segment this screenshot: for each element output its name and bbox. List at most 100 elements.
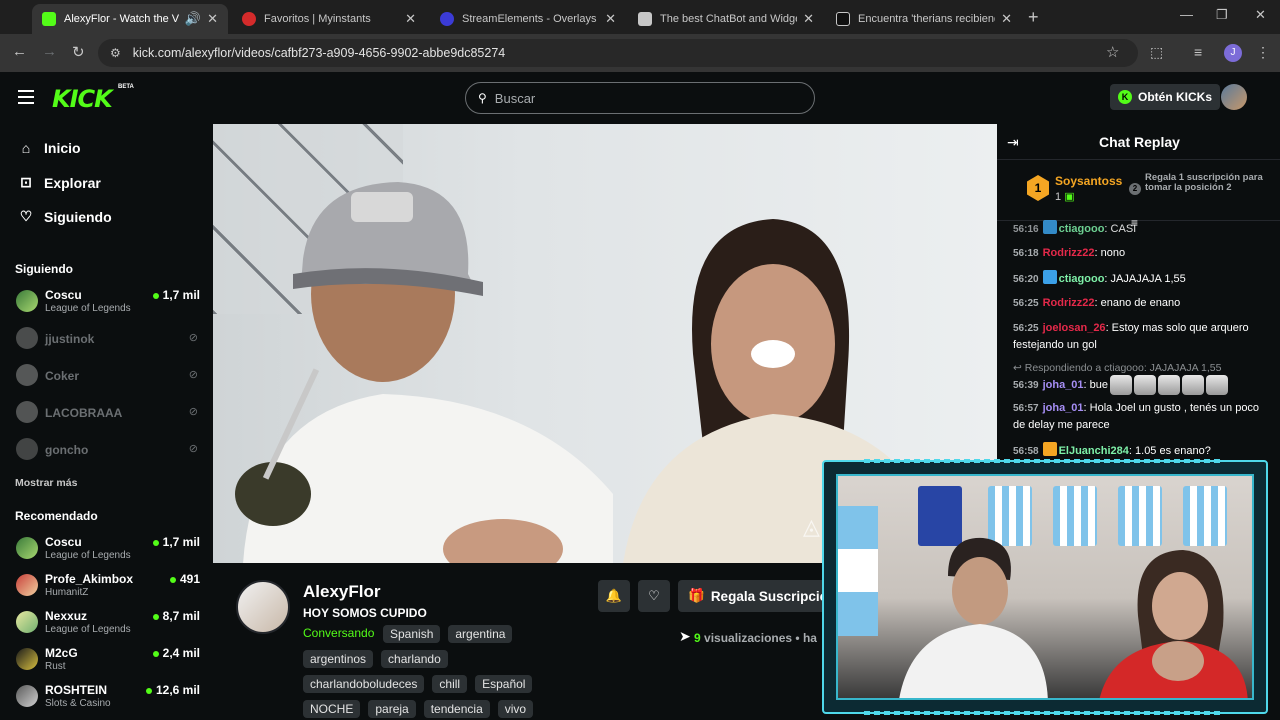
url-text: kick.com/alexyflor/videos/cafbf273-a909-… [132,46,506,60]
site-header: KICK BETA ⚲ Buscar K Obtén KICKs [0,72,1280,124]
bookmark-star-icon[interactable]: ☆ [1106,43,1119,61]
message-user[interactable]: Rodrizz22 [1043,297,1095,309]
hamburger-menu-icon[interactable] [18,90,34,104]
tag-chip[interactable]: NOCHE [303,700,361,718]
message-user[interactable]: ctiagooo [1059,273,1105,285]
extensions-icon[interactable]: ⬚ [1150,44,1163,61]
channel-game: League of Legends [45,550,131,561]
forward-icon[interactable]: → [42,43,57,60]
tag-row: NOCHE pareja tendencia vivo [303,700,534,718]
get-kicks-label: Obtén KICKs [1138,90,1213,104]
new-tab-icon[interactable]: + [1028,7,1039,28]
viewer-count: 2,4 mil [152,646,200,660]
media-control-icon[interactable]: ≡ [1194,44,1202,60]
kick-logo[interactable]: KICK [52,85,113,113]
stream-category[interactable]: Conversando [303,626,374,640]
recommended-channel[interactable]: Nexxuz League of Legends 8,7 mil [16,608,200,638]
live-dot-icon [152,613,159,620]
collapse-chat-icon[interactable]: ⇥ [1007,134,1019,151]
views-label: visualizaciones [704,631,793,645]
tag-chip[interactable]: tendencia [423,700,490,718]
browser-tab-kick[interactable]: AlexyFlor - Watch the VOD 🔊 ✕ [32,4,228,34]
chat-title: Chat Replay [1099,134,1180,150]
heart-icon: ♡ [19,208,33,224]
recommended-section-title: Recomendado [15,509,98,523]
minimize-icon[interactable]: — [1180,7,1193,22]
browser-tab-myinstants[interactable]: Favoritos | Myinstants ✕ [232,4,426,34]
message-user[interactable]: joha_01 [1043,379,1084,391]
close-tab-icon[interactable]: ✕ [1001,11,1012,27]
tag-row: Spanish argentina [383,625,513,643]
browser-menu-icon[interactable]: ⋮ [1256,44,1270,61]
speaker-icon[interactable]: 🔊 [185,11,201,27]
following-channel[interactable]: LACOBRAAA ⊘ [16,398,200,428]
nav-explore[interactable]: ⊡ Explorar [16,174,101,191]
back-icon[interactable]: ← [12,43,27,60]
site-info-icon[interactable]: ⚙ [110,46,121,60]
search-input[interactable]: ⚲ Buscar [465,82,815,114]
recommended-channel[interactable]: M2cG Rust 2,4 mil [16,645,200,675]
url-bar[interactable]: ⚙ kick.com/alexyflor/videos/cafbf273-a90… [98,39,1138,67]
recommended-channel[interactable]: Profe_Akimbox HumanitZ 491 [16,571,200,601]
tag-chip[interactable]: argentina [448,625,513,643]
nav-home[interactable]: ⌂ Inicio [16,140,81,156]
follow-heart-icon[interactable]: ♡ [638,580,670,612]
message-user[interactable]: Rodrizz22 [1043,247,1095,259]
gift-subscription-button[interactable]: 🎁 Regala Suscripcio [678,580,838,612]
show-more-link[interactable]: Mostrar más [15,477,77,489]
nav-following[interactable]: ♡ Siguiendo [16,208,112,225]
following-channel[interactable]: jjustinok ⊘ [16,324,200,354]
close-window-icon[interactable]: ✕ [1255,7,1266,23]
message-user[interactable]: ctiagooo [1059,223,1105,235]
close-tab-icon[interactable]: ✕ [803,11,814,27]
restore-icon[interactable]: ❐ [1216,7,1228,23]
user-avatar[interactable] [1221,84,1247,110]
facecam-person-left [899,537,1048,698]
get-kicks-button[interactable]: K Obtén KICKs [1110,84,1221,110]
close-tab-icon[interactable]: ✕ [605,11,616,27]
recommended-channel[interactable]: Coscu League of Legends 1,7 mil [16,534,200,564]
channel-avatar [16,364,38,386]
following-channel[interactable]: Coker ⊘ [16,361,200,391]
browser-profile-avatar[interactable]: J [1224,44,1242,62]
message-user[interactable]: ElJuanchi284 [1059,445,1129,457]
reply-text: Respondiendo a ctiagooo: JAJAJAJA 1,55 [1024,362,1222,374]
browser-tab-streamelements[interactable]: StreamElements - Overlays ✕ [430,4,626,34]
channel-game: HumanitZ [45,587,89,598]
tag-chip[interactable]: charlandoboludeces [303,675,425,693]
channel-avatar [16,327,38,349]
message-user[interactable]: joelosan_26 [1043,322,1106,334]
nav-following-label: Siguiendo [44,208,112,225]
channel-avatar-large[interactable] [236,580,290,634]
close-tab-icon[interactable]: ✕ [405,11,416,27]
gift-subscription-label: Regala Suscripcio [710,588,828,604]
viewer-count: 8,7 mil [152,609,200,623]
message-text: : nono [1094,247,1126,259]
tag-chip[interactable]: Español [475,675,533,693]
channel-game: League of Legends [45,303,131,314]
message-user[interactable]: joha_01 [1043,402,1084,414]
tag-chip[interactable]: pareja [368,700,416,718]
recommended-channel[interactable]: ROSHTEIN Slots & Casino 12,6 mil [16,682,200,712]
close-tab-icon[interactable]: ✕ [207,11,218,27]
following-channel[interactable]: goncho ⊘ [16,435,200,465]
tag-chip[interactable]: Spanish [383,625,441,643]
tag-chip[interactable]: charlando [381,650,448,668]
message-text: : bue [1083,378,1109,391]
reload-icon[interactable]: ↻ [72,43,85,61]
top-gifter-name[interactable]: Soysantoss [1055,174,1122,188]
mouse-cursor-icon: ➤ [679,628,691,644]
rank-2-icon: 2 [1129,183,1141,195]
message-time: 56:16 [1013,224,1039,235]
tag-chip[interactable]: chill [432,675,468,693]
channel-name[interactable]: AlexyFlor [303,582,380,602]
following-channel[interactable]: Coscu League of Legends 1,7 mil [16,287,200,317]
video-person-left [235,182,613,563]
channel-name: Nexxuz [45,609,88,623]
notification-bell-icon[interactable]: 🔔 [598,580,630,612]
tag-chip[interactable]: argentinos [303,650,374,668]
browser-tab-chatbot[interactable]: The best ChatBot and Widgets ✕ [628,4,824,34]
browser-tab-tiktok[interactable]: Encuentra 'therians recibiendo ✕ [826,4,1022,34]
tag-chip[interactable]: vivo [497,700,534,718]
gift-icon: ▣ [1064,191,1075,203]
